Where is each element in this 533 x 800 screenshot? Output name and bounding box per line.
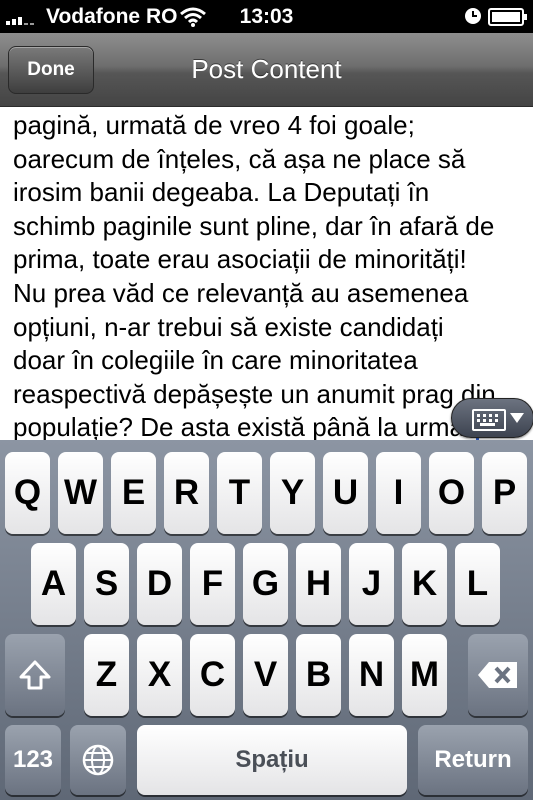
key-d[interactable]: D: [137, 543, 182, 625]
key-u[interactable]: U: [323, 452, 368, 534]
key-b[interactable]: B: [296, 634, 341, 716]
key-k[interactable]: K: [402, 543, 447, 625]
battery-icon: [488, 8, 528, 31]
key-t[interactable]: T: [217, 452, 262, 534]
shift-key[interactable]: [5, 634, 65, 716]
chevron-down-icon: [510, 413, 524, 423]
key-f[interactable]: F: [190, 543, 235, 625]
text-line: oarecum de înțeles, că așa ne place să: [13, 143, 466, 174]
globe-key[interactable]: [70, 725, 126, 795]
post-content-editor[interactable]: pagină, urmată de vreo 4 foi goale; oare…: [0, 107, 533, 440]
key-g[interactable]: G: [243, 543, 288, 625]
key-h[interactable]: H: [296, 543, 341, 625]
key-p[interactable]: P: [482, 452, 527, 534]
text-line: opțiuni, n-ar trebui să existe candidați: [13, 311, 444, 342]
key-o[interactable]: O: [429, 452, 474, 534]
key-m[interactable]: M: [402, 634, 447, 716]
key-r[interactable]: R: [164, 452, 209, 534]
text-line: prima, toate erau asociații de minorităț…: [13, 244, 467, 275]
status-time: 13:03: [239, 5, 294, 28]
clock-icon: [464, 7, 482, 30]
key-v[interactable]: V: [243, 634, 288, 716]
return-key[interactable]: Return: [418, 725, 528, 795]
key-z[interactable]: Z: [84, 634, 129, 716]
backspace-key[interactable]: [468, 634, 528, 716]
key-j[interactable]: J: [349, 543, 394, 625]
text-line: doar în colegiile în care minoritatea: [13, 345, 418, 376]
numbers-key[interactable]: 123: [5, 725, 61, 795]
shift-icon: [19, 660, 51, 690]
key-x[interactable]: X: [137, 634, 182, 716]
key-l[interactable]: L: [455, 543, 500, 625]
space-key[interactable]: Spațiu: [137, 725, 407, 795]
key-c[interactable]: C: [190, 634, 235, 716]
key-i[interactable]: I: [376, 452, 421, 534]
keyboard-dismiss-icon: [472, 409, 506, 431]
keyboard-dismiss-button[interactable]: [451, 398, 533, 438]
text-line: irosim banii degeaba. La Deputați în: [13, 177, 430, 208]
navigation-bar: Done Post Content: [0, 33, 533, 107]
key-q[interactable]: Q: [5, 452, 50, 534]
text-line: schimb paginile sunt pline, dar în afară…: [13, 210, 495, 241]
key-w[interactable]: W: [58, 452, 103, 534]
done-button[interactable]: Done: [8, 46, 94, 94]
status-bar: Vodafone RO 13:03: [0, 0, 533, 33]
key-n[interactable]: N: [349, 634, 394, 716]
post-content-text[interactable]: pagină, urmată de vreo 4 foi goale; oare…: [13, 109, 533, 440]
globe-icon: [82, 744, 114, 776]
backspace-icon: [478, 662, 517, 688]
key-a[interactable]: A: [31, 543, 76, 625]
keyboard: Q W E R T Y U I O P A S D F G H J K L Z …: [0, 440, 533, 800]
key-s[interactable]: S: [84, 543, 129, 625]
key-e[interactable]: E: [111, 452, 156, 534]
text-line: pagină, urmată de vreo 4 foi goale;: [13, 110, 415, 140]
text-line: Nu prea văd ce relevanță au asemenea: [13, 277, 469, 308]
key-y[interactable]: Y: [270, 452, 315, 534]
